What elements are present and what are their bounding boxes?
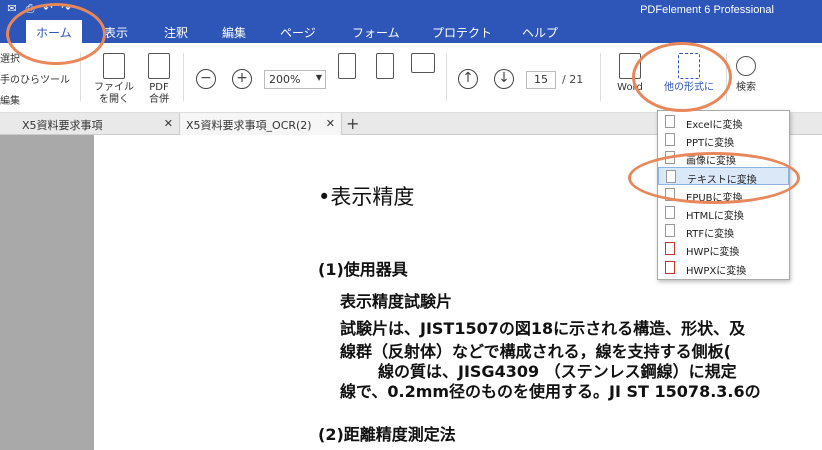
page-total: / 21 — [562, 73, 584, 86]
zoom-value: 200% — [269, 73, 301, 86]
divider — [446, 53, 447, 101]
page-number-input[interactable]: 15 — [526, 71, 556, 89]
fullscreen-icon — [411, 53, 435, 73]
title-bar: ✉ ⎙ ↶ ↷ PDFelement 6 Professional — [0, 0, 822, 20]
menu-item-label: HTMLに変換 — [686, 211, 744, 222]
next-page-icon[interactable]: ↓ — [494, 69, 514, 89]
document-tab-label: X5資料要求事項 — [22, 119, 103, 132]
doc-section-2: (2)距離精度測定法 — [318, 425, 456, 444]
doc-heading: •表示精度 — [318, 185, 415, 209]
tab-view[interactable]: 表示 — [104, 24, 128, 41]
convert-excel-item[interactable]: Excelに変換 — [658, 113, 789, 131]
open-file-button[interactable]: ファイル を開く — [92, 53, 136, 106]
rotate-page-button[interactable] — [374, 53, 396, 82]
open-file-icon — [103, 53, 125, 79]
close-icon[interactable]: ✕ — [164, 117, 173, 130]
mail-icon[interactable]: ✉ — [6, 3, 18, 15]
document-tab[interactable]: X5資料要求事項_OCR(2) ✕ — [180, 113, 342, 135]
fullscreen-button[interactable] — [410, 53, 436, 76]
open-file-label: ファイル を開く — [94, 82, 134, 105]
menu-item-label: Excelに変換 — [686, 120, 743, 131]
previous-page-icon[interactable]: ↑ — [458, 69, 478, 89]
doc-line: 試験片は、JIST1507の図18に示される構造、形状、及 — [340, 319, 746, 338]
menu-bar: ホーム 表示 注釈 編集 ページ フォーム プロテクト ヘルプ — [0, 20, 822, 43]
new-tab-icon[interactable]: + — [346, 114, 359, 133]
menu-item-label: HWPに変換 — [686, 247, 740, 258]
document-tab[interactable]: X5資料要求事項 ✕ — [0, 113, 180, 135]
hand-tool[interactable]: 手のひらツール — [0, 70, 70, 91]
file-icon — [665, 206, 675, 219]
combine-pdf-button[interactable]: PDF 合併 — [144, 53, 174, 106]
hwpx-file-icon — [665, 261, 675, 274]
annotation-ellipse — [632, 42, 732, 112]
file-icon — [665, 115, 675, 128]
search-button[interactable]: 検索 — [732, 53, 760, 94]
annotation-ellipse — [628, 152, 800, 204]
tab-page[interactable]: ページ — [280, 24, 316, 41]
divider — [183, 53, 184, 101]
annotation-ellipse — [6, 3, 106, 65]
divider — [600, 53, 601, 101]
document-tab-label: X5資料要求事項_OCR(2) — [186, 119, 312, 132]
hwp-file-icon — [665, 242, 675, 255]
app-title: PDFelement 6 Professional — [640, 4, 774, 16]
combine-pdf-label: PDF 合併 — [149, 82, 169, 105]
zoom-select[interactable]: 200% ▼ — [264, 70, 326, 89]
rotate-page-icon — [376, 53, 394, 79]
convert-rtf-item[interactable]: RTFに変換 — [658, 222, 789, 240]
fit-height-button[interactable] — [336, 53, 358, 82]
file-icon — [665, 133, 675, 146]
tab-form[interactable]: フォーム — [352, 24, 400, 41]
convert-hwpx-item[interactable]: HWPXに変換 — [658, 259, 789, 277]
tab-help[interactable]: ヘルプ — [522, 24, 558, 41]
file-icon — [665, 224, 675, 237]
convert-ppt-item[interactable]: PPTに変換 — [658, 131, 789, 149]
doc-line: 線で、0.2mm径のものを使用する。JI ST 15078.3.6の — [340, 382, 761, 401]
combine-pdf-icon — [148, 53, 170, 79]
close-icon[interactable]: ✕ — [326, 117, 335, 130]
search-label: 検索 — [736, 82, 756, 93]
tab-protect[interactable]: プロテクト — [432, 24, 492, 41]
left-gutter — [0, 135, 94, 450]
menu-item-label: HWPXに変換 — [686, 266, 747, 277]
doc-section-1: (1)使用器具 — [318, 260, 408, 279]
doc-subheading: 表示精度試験片 — [340, 292, 453, 311]
fit-height-icon — [338, 53, 356, 79]
tab-edit[interactable]: 編集 — [222, 24, 246, 41]
chevron-down-icon: ▼ — [315, 73, 322, 82]
search-icon — [736, 56, 756, 76]
convert-hwp-item[interactable]: HWPに変換 — [658, 240, 789, 258]
tab-annotate[interactable]: 注釈 — [164, 24, 188, 41]
menu-item-label: PPTに変換 — [686, 138, 735, 149]
edit-tool[interactable]: 編集 — [0, 91, 70, 112]
convert-html-item[interactable]: HTMLに変換 — [658, 204, 789, 222]
zoom-out-icon[interactable]: − — [196, 69, 216, 89]
zoom-in-icon[interactable]: + — [232, 69, 252, 89]
menu-item-label: RTFに変換 — [686, 229, 735, 240]
